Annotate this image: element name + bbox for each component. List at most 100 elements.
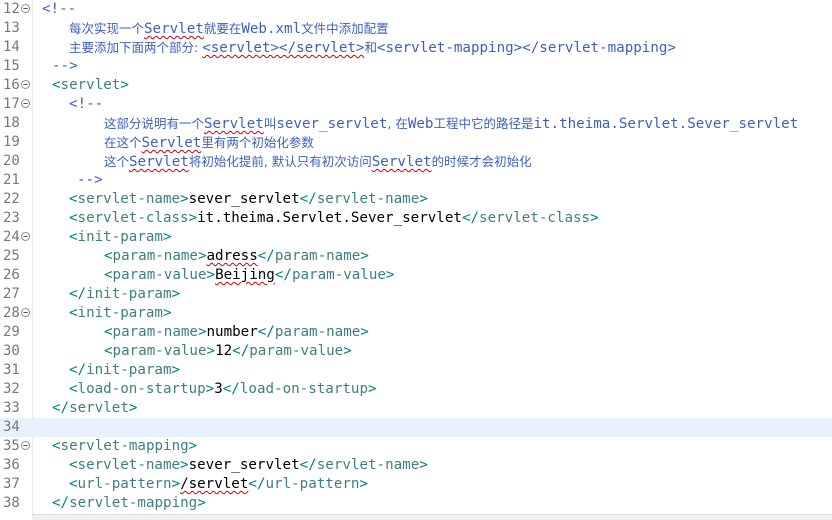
code-line[interactable]: 31 </init-param> — [0, 361, 832, 380]
xml-tag-name: servlet — [69, 400, 129, 416]
xml-comment-text: Web — [407, 116, 434, 132]
line-number: 24 — [3, 229, 20, 245]
code-line[interactable]: 32 <load-on-startup>3</load-on-startup> — [0, 380, 832, 399]
line-number: 17 — [3, 96, 20, 112]
code-text: 这部分说明有一个Servlet叫sever_servlet, 在Web工程中它的… — [104, 114, 798, 133]
code-line[interactable]: 34 — [0, 418, 832, 437]
code-line[interactable]: 30 <param-value>12</param-value> — [0, 342, 832, 361]
xml-comment-text: , 在 — [387, 116, 408, 131]
fold-collapse-icon[interactable] — [21, 4, 30, 13]
code-line[interactable]: 25 <param-name>adress</param-name> — [0, 247, 832, 266]
xml-bracket: < — [104, 324, 113, 340]
line-number: 30 — [3, 343, 20, 359]
fold-collapse-icon[interactable] — [21, 232, 30, 241]
code-line[interactable]: 20 这个Servlet将初始化提前, 默认只有初次访问Servlet的时候才会初… — [0, 152, 832, 171]
code-line[interactable]: 13 每次实现一个Servlet就要在Web.xml文件中添加配置 — [0, 19, 832, 38]
xml-tag-name: init-param — [77, 229, 163, 245]
xml-text-value: /servlet — [180, 476, 249, 492]
horizontal-scrollbar[interactable] — [32, 514, 832, 520]
line-number: 20 — [3, 153, 20, 169]
xml-text-value: Beijing — [215, 267, 275, 283]
xml-comment-text: 的时候才会初始化 — [431, 154, 532, 169]
code-text: <!-- — [42, 0, 76, 19]
xml-comment-text: Servlet — [144, 21, 204, 37]
xml-bracket: > — [197, 324, 207, 340]
xml-bracket: > — [360, 324, 369, 340]
code-line[interactable]: 19 在这个Servlet里有两个初始化参数 — [0, 133, 832, 152]
fold-collapse-icon[interactable] — [21, 441, 30, 450]
xml-comment-text: 主要添加下面两个部分: — [69, 40, 203, 55]
code-text: <param-name>adress</param-name> — [104, 247, 369, 266]
xml-bracket: > — [385, 267, 395, 283]
code-line[interactable]: 28 <init-param> — [0, 304, 832, 323]
xml-comment-text: 工程中它的路径是 — [433, 116, 534, 131]
code-line[interactable]: 15 --> — [0, 57, 832, 76]
xml-bracket: > — [171, 476, 181, 492]
code-line[interactable]: 17 <!-- — [0, 95, 832, 114]
xml-bracket: > — [188, 438, 198, 454]
xml-bracket: < — [104, 267, 113, 283]
line-number: 38 — [3, 495, 20, 511]
line-number: 13 — [3, 20, 20, 36]
xml-comment-text: <!-- — [42, 1, 77, 17]
xml-bracket: </ — [222, 381, 240, 397]
xml-bracket: < — [69, 476, 78, 492]
xml-comment-text: <!-- — [69, 96, 104, 112]
line-number: 34 — [3, 419, 20, 435]
xml-tag-name: servlet-class — [77, 210, 189, 226]
line-number: 37 — [3, 476, 20, 492]
fold-collapse-icon[interactable] — [21, 308, 30, 317]
code-line[interactable]: 23 <servlet-class>it.theima.Servlet.Sever… — [0, 209, 832, 228]
code-line[interactable]: 33 </servlet> — [0, 399, 832, 418]
xml-bracket: </ — [299, 191, 317, 207]
xml-bracket: </ — [232, 343, 250, 359]
xml-bracket: < — [69, 381, 78, 397]
xml-tag-name: param-value — [249, 343, 344, 359]
code-line[interactable]: 38 </servlet-mapping> — [0, 494, 832, 513]
code-line[interactable]: 27 </init-param> — [0, 285, 832, 304]
xml-comment-text: 文件中添加配置 — [301, 21, 389, 36]
xml-comment-text: Web.xml — [241, 21, 302, 37]
code-line[interactable]: 24 <init-param> — [0, 228, 832, 247]
xml-bracket: > — [180, 191, 189, 207]
code-text: 主要添加下面两个部分: <servlet></servlet>和<servlet… — [69, 38, 676, 57]
xml-text-value: 12 — [215, 343, 233, 359]
code-line[interactable]: 16 <servlet> — [0, 76, 832, 95]
line-number: 28 — [3, 305, 20, 321]
line-number: 22 — [3, 191, 20, 207]
xml-tag-name: init-param — [77, 305, 163, 321]
code-editor[interactable]: 12 <!-- 13 每次实现一个Servlet就要在Web.xml文件中添加配置 14… — [0, 0, 832, 520]
xml-comment-text: <servlet-mapping></servlet-mapping> — [377, 40, 676, 56]
code-line[interactable]: 18 这部分说明有一个Servlet叫sever_servlet, 在Web工程中… — [0, 114, 832, 133]
code-line[interactable]: 21 --> — [0, 171, 832, 190]
line-number: 33 — [3, 400, 20, 416]
xml-tag-name: param-value — [112, 267, 207, 283]
code-line[interactable]: 12 <!-- — [0, 0, 832, 19]
xml-tag-name: load-on-startup — [77, 381, 206, 397]
code-line[interactable]: 36 <servlet-name>sever_servlet</servlet-n… — [0, 456, 832, 475]
xml-tag-name: param-name — [274, 248, 361, 264]
code-text: --> — [77, 171, 103, 190]
line-number: 19 — [3, 134, 20, 150]
line-number: 23 — [3, 210, 20, 226]
code-line[interactable]: 35 <servlet-mapping> — [0, 437, 832, 456]
line-number: 14 — [3, 39, 20, 55]
xml-bracket: > — [359, 476, 369, 492]
line-number: 35 — [3, 438, 20, 454]
fold-collapse-icon[interactable] — [21, 80, 30, 89]
code-line[interactable]: 26 <param-value>Beijing</param-value> — [0, 266, 832, 285]
code-line[interactable]: 37 <url-pattern>/servlet</url-pattern> — [0, 475, 832, 494]
xml-bracket: </ — [52, 495, 70, 511]
fold-collapse-icon[interactable] — [21, 99, 30, 108]
xml-bracket: </ — [69, 286, 87, 302]
code-text: 每次实现一个Servlet就要在Web.xml文件中添加配置 — [69, 19, 389, 38]
code-line[interactable]: 14 主要添加下面两个部分: <servlet></servlet>和<servl… — [0, 38, 832, 57]
code-text: <servlet> — [52, 76, 129, 95]
xml-comment-text: Servlet — [141, 135, 202, 151]
code-line[interactable]: 29 <param-name>number</param-name> — [0, 323, 832, 342]
code-line[interactable]: 22 <servlet-name>sever_servlet</servlet-n… — [0, 190, 832, 209]
xml-tag-name: param-name — [112, 248, 198, 264]
xml-comment-text: 叫 — [263, 116, 277, 131]
xml-comment-text: <servlet></servlet> — [202, 40, 365, 56]
xml-comment-text: --> — [52, 58, 78, 74]
